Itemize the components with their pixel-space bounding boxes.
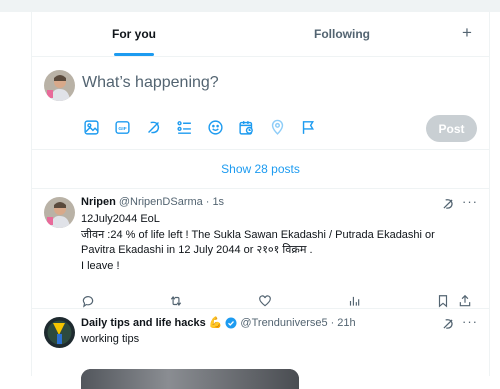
show-new-posts-button[interactable]: Show 28 posts [32, 150, 489, 189]
like-icon[interactable] [258, 294, 272, 308]
tweet[interactable]: Daily tips and life hacks 💪 @Trenduniver… [32, 309, 489, 389]
compose-input[interactable]: What’s happening? [82, 74, 219, 92]
tab-for-you[interactable]: For you [32, 12, 236, 56]
schedule-icon[interactable] [237, 118, 255, 136]
reply-icon[interactable] [81, 294, 95, 308]
tweet-text-line: I leave ! [81, 259, 120, 272]
gif-icon[interactable]: GIF [113, 118, 131, 136]
tweet-text-line: Pavitra Ekadashi in 12 July 2044 or २१०१… [81, 244, 313, 257]
bookmark-icon[interactable] [436, 294, 450, 308]
timestamp[interactable]: 1s [212, 196, 224, 208]
avatar[interactable] [44, 197, 75, 228]
media-icon[interactable] [82, 118, 100, 136]
more-options-button[interactable]: ··· [462, 314, 478, 329]
timestamp[interactable]: 21h [337, 317, 355, 329]
svg-text:GIF: GIF [118, 125, 126, 131]
author-handle[interactable]: @Trenduniverse5 [240, 317, 327, 329]
tweet-text-line: 12July2044 EoL [81, 213, 160, 225]
active-tab-indicator [114, 53, 154, 56]
tweet-text: 12July2044 EoL जीवन :24 % of life left !… [81, 212, 476, 274]
separator-dot: · [205, 196, 210, 208]
location-icon[interactable] [268, 118, 286, 136]
share-icon[interactable] [458, 294, 472, 308]
retweet-icon[interactable] [169, 294, 183, 308]
poll-icon[interactable] [175, 118, 193, 136]
more-options-button[interactable]: ··· [462, 194, 478, 209]
author-name[interactable]: Daily tips and life hacks [81, 317, 206, 329]
muscle-emoji-icon: 💪 [208, 317, 223, 329]
tweet-header: Nripen @NripenDSarma · 1s [81, 196, 224, 208]
tweet[interactable]: Nripen @NripenDSarma · 1s ··· 12July2044… [32, 189, 489, 309]
tweet-text: working tips [81, 332, 476, 348]
verified-badge-icon [225, 317, 237, 328]
grok-icon[interactable] [441, 197, 455, 211]
tweet-header: Daily tips and life hacks 💪 @Trenduniver… [81, 316, 356, 330]
tweet-media-image[interactable] [81, 369, 299, 389]
top-bar [0, 0, 500, 12]
composer-toolbar: GIF [82, 117, 317, 137]
tab-following[interactable]: Following [236, 12, 448, 56]
flag-icon[interactable] [299, 118, 317, 136]
author-handle[interactable]: @NripenDSarma [119, 196, 203, 208]
emoji-icon[interactable] [206, 118, 224, 136]
grok-icon[interactable] [441, 317, 455, 331]
media-preview [81, 369, 299, 389]
avatar[interactable] [44, 317, 75, 348]
separator-dot: · [330, 316, 335, 329]
tweet-text-line: working tips [81, 333, 140, 345]
grok-icon[interactable] [144, 118, 162, 136]
tweet-text-line: जीवन :24 % of life left ! The Sukla Sawa… [81, 228, 435, 241]
tweet-actions [81, 294, 481, 310]
add-tab-button[interactable]: + [457, 23, 477, 43]
avatar[interactable] [44, 70, 75, 101]
author-name[interactable]: Nripen [81, 196, 116, 208]
post-button[interactable]: Post [426, 115, 477, 142]
tweet-composer: What’s happening? GIF Post [32, 57, 489, 150]
home-timeline: For you Following + What’s happening? GI… [31, 12, 490, 389]
timeline-tabs: For you Following + [32, 12, 489, 57]
views-icon[interactable] [347, 294, 361, 308]
